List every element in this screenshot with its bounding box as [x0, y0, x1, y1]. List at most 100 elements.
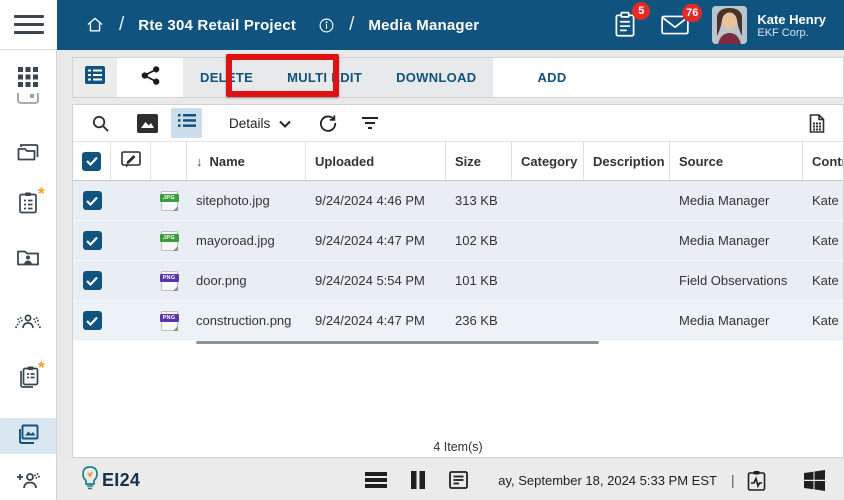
bottom-taskbar: EI24 ay, September 18, 2024 5:33 PM EST …	[57, 460, 844, 500]
column-header-size[interactable]: Size	[446, 142, 512, 180]
share-button[interactable]	[117, 58, 183, 97]
sidebar-item-reports[interactable]: *	[0, 358, 56, 396]
home-icon[interactable]	[85, 15, 105, 35]
list-view-icon	[85, 66, 105, 89]
file-uploaded: 9/24/2024 4:47 PM	[315, 313, 425, 328]
column-header-contributor[interactable]: Contri	[803, 142, 843, 180]
table-row[interactable]: JPG sitephoto.jpg 9/24/2024 4:46 PM 313 …	[73, 181, 843, 221]
pause-button[interactable]	[410, 471, 426, 489]
folder-user-icon	[16, 247, 40, 272]
app-logo[interactable]: EI24	[79, 465, 140, 496]
details-view-button[interactable]	[171, 108, 202, 138]
column-header-name[interactable]: ↓ Name	[187, 142, 306, 180]
file-uploaded: 9/24/2024 5:54 PM	[315, 273, 425, 288]
multi-edit-button[interactable]: MULTI EDIT	[270, 58, 379, 97]
file-description	[584, 301, 670, 340]
filter-button[interactable]	[361, 116, 379, 130]
file-category	[512, 301, 584, 340]
top-navigation-bar: / Rte 304 Retail Project / Media Manager…	[57, 0, 844, 50]
left-sidebar: * *	[0, 50, 57, 500]
share-icon	[141, 65, 160, 90]
file-size: 101 KB	[455, 273, 498, 288]
file-category	[512, 221, 584, 260]
jpg-file-icon: JPG	[159, 230, 179, 251]
sort-descending-icon: ↓	[196, 153, 203, 169]
breadcrumb-separator: /	[119, 14, 125, 35]
tasks-button[interactable]: 5	[612, 2, 651, 39]
notification-asterisk: *	[38, 184, 45, 203]
sidebar-item-partial[interactable]	[0, 92, 56, 110]
clipboard-list-icon	[17, 191, 39, 220]
sidebar-item-media-manager[interactable]	[0, 418, 56, 454]
sidebar-item-add-user[interactable]	[0, 466, 56, 500]
table-header-row: ↓ Name Uploaded Size Category Descriptio…	[73, 142, 843, 181]
breadcrumb-project[interactable]: Rte 304 Retail Project	[138, 17, 296, 34]
hamburger-icon	[13, 15, 44, 34]
app-menu-button[interactable]	[0, 0, 57, 50]
breadcrumb: / Rte 304 Retail Project / Media Manager	[57, 14, 479, 36]
file-size: 236 KB	[455, 313, 498, 328]
table-row[interactable]: PNG construction.png 9/24/2024 4:47 PM 2…	[73, 301, 843, 341]
row-checkbox[interactable]	[82, 231, 102, 250]
sidebar-item-apps[interactable]	[0, 62, 56, 96]
add-person-icon	[15, 470, 41, 497]
avatar	[712, 6, 748, 44]
sidebar-item-projects[interactable]	[0, 138, 56, 172]
export-spreadsheet-button[interactable]	[809, 113, 825, 133]
file-source: Media Manager	[679, 233, 770, 248]
file-size: 102 KB	[455, 233, 498, 248]
log-document-button[interactable]	[449, 471, 469, 489]
add-button[interactable]: ADD	[520, 58, 583, 97]
horizontal-scrollbar[interactable]	[196, 341, 599, 344]
taskbar-separator: |	[730, 472, 735, 488]
file-source: Media Manager	[679, 313, 770, 328]
select-all-checkbox[interactable]	[82, 151, 101, 171]
column-header-source[interactable]: Source	[670, 142, 803, 180]
table-row[interactable]: JPG mayoroad.jpg 9/24/2024 4:47 PM 102 K…	[73, 221, 843, 261]
column-header-uploaded[interactable]: Uploaded	[306, 142, 446, 180]
sidebar-item-contacts-folder[interactable]	[0, 242, 56, 276]
partially-visible-icon	[16, 92, 40, 110]
taskbar-menu-button[interactable]	[365, 472, 388, 488]
grid-toolbar: Details	[73, 105, 843, 142]
search-button[interactable]	[91, 114, 110, 133]
column-header-category[interactable]: Category	[512, 142, 584, 180]
file-contributor: Kate H	[812, 233, 843, 248]
file-category	[512, 261, 584, 300]
user-org: EKF Corp.	[757, 26, 809, 39]
file-uploaded: 9/24/2024 4:46 PM	[315, 193, 425, 208]
row-checkbox[interactable]	[82, 271, 102, 290]
row-checkbox[interactable]	[82, 191, 102, 210]
table-row[interactable]: PNG door.png 9/24/2024 5:54 PM 101 KB Fi…	[73, 261, 843, 301]
download-button[interactable]: DOWNLOAD	[379, 58, 493, 97]
folders-icon	[16, 142, 40, 169]
annotation-column-icon[interactable]	[120, 151, 141, 171]
mail-badge: 76	[682, 4, 703, 22]
sidebar-item-team[interactable]	[0, 308, 56, 342]
user-menu[interactable]: Kate Henry EKF Corp.	[712, 6, 826, 44]
windows-start-button[interactable]	[803, 469, 825, 491]
details-view-icon	[177, 113, 196, 133]
breadcrumb-page[interactable]: Media Manager	[368, 17, 479, 34]
view-mode-select[interactable]: Details	[229, 116, 291, 131]
sidebar-item-tasks[interactable]: *	[0, 184, 56, 222]
file-contributor: Kate H	[812, 193, 843, 208]
file-description	[584, 221, 670, 260]
file-description	[584, 261, 670, 300]
list-view-toggle[interactable]	[73, 58, 117, 97]
user-name: Kate Henry	[757, 11, 826, 27]
file-name: mayoroad.jpg	[196, 233, 275, 248]
delete-button[interactable]: DELETE	[183, 58, 270, 97]
row-checkbox[interactable]	[82, 311, 102, 330]
info-icon[interactable]	[318, 17, 335, 34]
column-header-description[interactable]: Description	[584, 142, 670, 180]
thumbnail-view-button[interactable]	[137, 113, 158, 133]
lightbulb-logo-icon	[79, 465, 101, 496]
media-grid-panel: Details ↓ Name Uploaded Size Category De…	[72, 104, 844, 458]
file-source: Media Manager	[679, 193, 770, 208]
mail-button[interactable]: 76	[660, 4, 703, 37]
logo-text: EI24	[102, 469, 141, 490]
refresh-button[interactable]	[319, 114, 337, 132]
file-description	[584, 181, 670, 220]
activity-monitor-button[interactable]	[747, 470, 766, 491]
